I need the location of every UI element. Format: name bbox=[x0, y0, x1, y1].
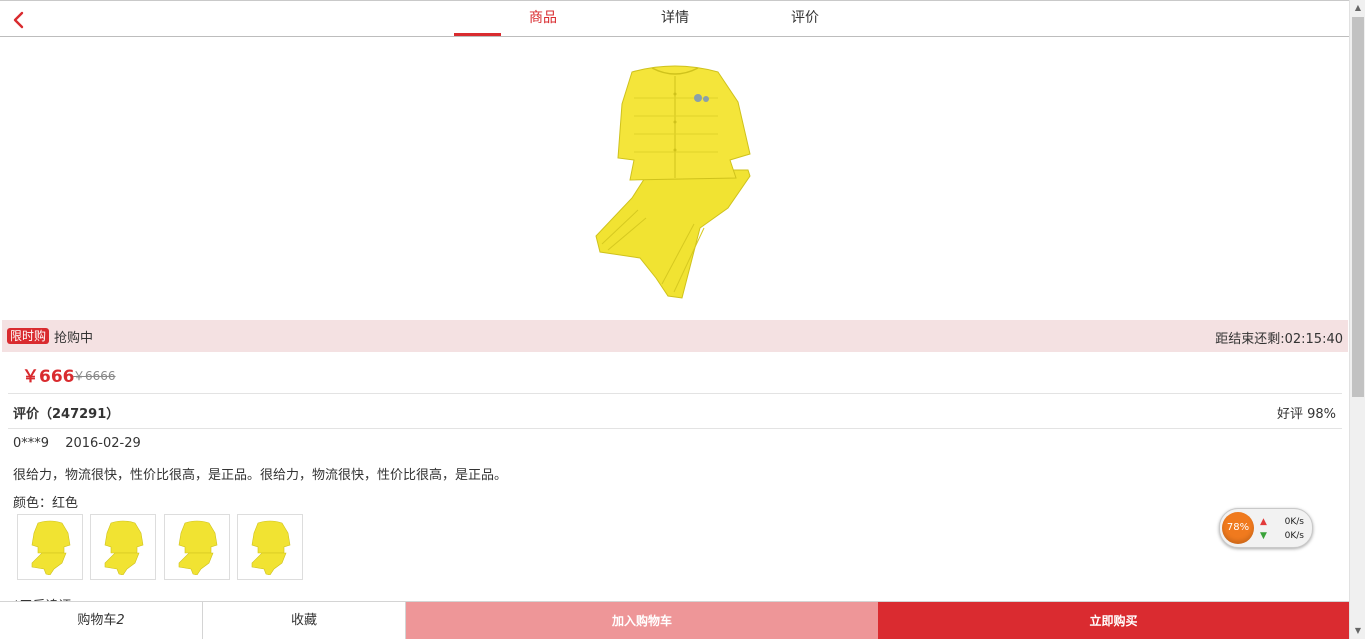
vertical-scrollbar[interactable]: ▲ ▼ bbox=[1349, 0, 1365, 639]
product-page: 商品 详情 评价 限时购 抢购中 距结束还剩:02:15:40 ￥666 ￥66… bbox=[0, 0, 1349, 639]
upload-speed: 0K/s bbox=[1284, 517, 1304, 527]
review-meta: 0***9 2016-02-29 bbox=[13, 436, 153, 451]
arrow-up-icon: ▲ bbox=[1260, 517, 1267, 527]
current-price: ￥666 bbox=[22, 367, 75, 387]
scrollbar-thumb[interactable] bbox=[1352, 17, 1364, 397]
upload-speed-row: ▲ 0K/s bbox=[1260, 517, 1304, 529]
back-button[interactable] bbox=[8, 9, 30, 31]
speed-percent: 78% bbox=[1222, 512, 1254, 544]
flash-sale-banner: 限时购 抢购中 距结束还剩:02:15:40 bbox=[2, 320, 1348, 352]
flash-sale-badge: 限时购 bbox=[7, 328, 50, 344]
review-date: 2016-02-29 bbox=[65, 436, 141, 451]
review-user: 0***9 bbox=[13, 436, 50, 451]
tab-details[interactable]: 详情 bbox=[632, 1, 718, 36]
review-thumbnail[interactable] bbox=[237, 514, 303, 580]
scroll-up-icon[interactable]: ▲ bbox=[1353, 3, 1363, 13]
header-bar: 商品 详情 评价 bbox=[0, 1, 1349, 37]
product-thumbnail-image bbox=[104, 520, 144, 575]
product-image[interactable] bbox=[590, 58, 760, 303]
add-to-cart-button[interactable]: 加入购物车 bbox=[406, 602, 878, 639]
tab-product[interactable]: 商品 bbox=[500, 1, 586, 36]
original-price: ￥6666 bbox=[73, 369, 116, 383]
download-speed: 0K/s bbox=[1284, 531, 1304, 541]
review-text: 很给力，物流很快，性价比很高，是正品。很给力，物流很快，性价比很高，是正品。 bbox=[13, 468, 508, 483]
cart-button[interactable]: 购物车2 bbox=[0, 602, 203, 639]
active-tab-indicator bbox=[454, 33, 501, 36]
cart-count: 2 bbox=[116, 613, 125, 628]
product-thumbnail-image bbox=[251, 520, 291, 575]
divider bbox=[8, 428, 1342, 429]
chevron-left-icon bbox=[13, 11, 24, 29]
review-thumbnail[interactable] bbox=[90, 514, 156, 580]
cart-label: 购物车 bbox=[77, 613, 117, 628]
positive-rate: 好评 98% bbox=[1276, 407, 1336, 422]
product-thumbnail-image bbox=[178, 520, 218, 575]
download-speed-row: ▼ 0K/s bbox=[1260, 531, 1304, 543]
arrow-down-icon: ▼ bbox=[1260, 531, 1267, 541]
network-speed-widget[interactable]: 78% ▲ 0K/s ▼ 0K/s bbox=[1219, 508, 1313, 548]
review-thumbnail[interactable] bbox=[17, 514, 83, 580]
bottom-action-bar: 购物车2 收藏 加入购物车 立即购买 bbox=[0, 601, 1349, 639]
flash-sale-status: 抢购中 bbox=[54, 331, 94, 346]
reviews-title[interactable]: 评价（247291） bbox=[13, 403, 119, 422]
review-color-option: 颜色：红色 bbox=[13, 496, 79, 511]
product-thumbnail-image bbox=[31, 520, 71, 575]
divider bbox=[8, 393, 1342, 394]
scroll-down-icon[interactable]: ▼ bbox=[1353, 626, 1363, 636]
review-thumbnail[interactable] bbox=[164, 514, 230, 580]
buy-now-button[interactable]: 立即购买 bbox=[878, 602, 1349, 639]
tab-reviews[interactable]: 评价 bbox=[762, 1, 848, 36]
favorite-button[interactable]: 收藏 bbox=[203, 602, 406, 639]
flash-sale-countdown: 距结束还剩:02:15:40 bbox=[1215, 332, 1343, 347]
